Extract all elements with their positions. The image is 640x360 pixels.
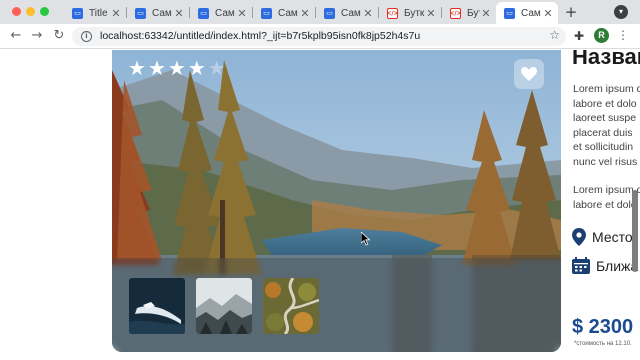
description-line: nunc vel risus xyxy=(573,155,638,168)
browser-tab[interactable]: ▭ Сам ✕ xyxy=(127,2,189,24)
description-line: Lorem ipsum d xyxy=(573,83,640,95)
calendar-icon xyxy=(572,257,590,274)
browser-tab[interactable]: </> Бутк ✕ xyxy=(379,2,441,24)
browser-tab[interactable]: ▭ Сам ✕ xyxy=(190,2,252,24)
close-tab-icon[interactable]: ✕ xyxy=(480,7,492,20)
location-row: Место xyxy=(572,228,633,246)
description-line: labore et dolo xyxy=(573,97,637,110)
tab-title: Сам xyxy=(215,7,235,19)
minimize-window-button[interactable] xyxy=(26,7,35,16)
location-pin-icon xyxy=(572,228,586,246)
extensions-puzzle-icon[interactable]: ✚ xyxy=(574,29,584,43)
tab-search-icon[interactable]: ▾ xyxy=(614,5,628,19)
listing-card: ★ ★ ★ ★ ★ xyxy=(112,50,561,352)
star-icon: ★ xyxy=(187,56,206,80)
close-tab-icon[interactable]: ✕ xyxy=(542,7,554,20)
maximize-window-button[interactable] xyxy=(40,7,49,16)
description-line: labore et dolo xyxy=(573,198,637,211)
address-bar[interactable]: i localhost:63342/untitled/index.html?_i… xyxy=(72,27,566,46)
close-tab-icon[interactable]: ✕ xyxy=(173,7,185,20)
description-line: laoreet suspe xyxy=(573,112,637,124)
tab-title: Сам xyxy=(278,7,298,19)
code-icon: </> xyxy=(386,7,399,19)
forward-arrow-icon[interactable]: → xyxy=(29,28,45,44)
browser-tab[interactable]: ▭ Сам ✕ xyxy=(316,2,378,24)
description-line: et sollicitudin xyxy=(573,141,634,153)
page-icon: ▭ xyxy=(504,7,515,19)
browser-tab[interactable]: ▭ Сам ✕ xyxy=(253,2,315,24)
mouse-cursor-icon xyxy=(361,232,371,246)
description-line: Lorem ipsum d xyxy=(573,184,640,196)
page-scrollbar-thumb[interactable] xyxy=(632,190,638,272)
browser-tab-strip: ▭ Title ✕ ▭ Сам ✕ ▭ Сам ✕ ▭ Сам ✕ ▭ Сам … xyxy=(0,0,640,24)
page-icon: ▭ xyxy=(261,7,272,19)
tab-title: Сам xyxy=(521,7,541,19)
site-info-icon[interactable]: i xyxy=(81,31,92,42)
url-text[interactable]: localhost:63342/untitled/index.html?_ijt… xyxy=(100,30,420,42)
tab-title: Сам xyxy=(152,7,172,19)
star-icon: ★ xyxy=(147,56,166,80)
thumbnail-aerial-road-autumn[interactable] xyxy=(263,278,319,334)
browser-menu-icon[interactable]: ⋮ xyxy=(617,28,629,42)
browser-toolbar: ← → ↻ i localhost:63342/untitled/index.h… xyxy=(0,24,640,49)
tab-title: Бутк xyxy=(404,7,425,19)
star-icon: ★ xyxy=(207,56,226,80)
tab-title: Бутк xyxy=(467,7,480,19)
close-tab-icon[interactable]: ✕ xyxy=(299,7,311,20)
close-window-button[interactable] xyxy=(12,7,21,16)
tab-title: Сам xyxy=(341,7,361,19)
price-note: *стоимость на 12.10. xyxy=(574,341,632,347)
listing-details: Назван Lorem ipsum d labore et dolo laor… xyxy=(572,50,640,360)
thumbnail-boat-on-water[interactable] xyxy=(129,278,185,334)
favorite-button[interactable] xyxy=(514,59,544,89)
bookmark-star-icon[interactable]: ☆ xyxy=(549,28,560,42)
date-row: Ближа xyxy=(572,257,638,274)
new-tab-button[interactable]: + xyxy=(562,3,580,21)
price: $ 2300 xyxy=(572,316,634,338)
star-icon: ★ xyxy=(167,56,186,80)
page-icon: ▭ xyxy=(324,7,335,19)
heart-icon xyxy=(521,67,537,81)
rating-stars: ★ ★ ★ ★ ★ xyxy=(128,58,226,78)
page-icon: ▭ xyxy=(72,7,83,19)
code-icon: </> xyxy=(449,7,462,19)
description-line: placerat duis xyxy=(573,126,633,139)
close-tab-icon[interactable]: ✕ xyxy=(425,7,437,20)
star-icon: ★ xyxy=(128,56,146,80)
reload-icon[interactable]: ↻ xyxy=(51,28,67,44)
browser-tab-active[interactable]: ▭ Сам ✕ xyxy=(496,2,558,24)
thumbnail-misty-forest-mountains[interactable] xyxy=(196,278,252,334)
page-viewport: ★ ★ ★ ★ ★ Назва Lorem ipsum d labore et … xyxy=(0,50,640,360)
page-icon: ▭ xyxy=(135,7,146,19)
profile-avatar[interactable]: R xyxy=(594,28,609,43)
listing-title: Назван xyxy=(572,50,640,69)
close-tab-icon[interactable]: ✕ xyxy=(236,7,248,20)
browser-tab[interactable]: </> Бутк ✕ xyxy=(442,2,496,24)
close-tab-icon[interactable]: ✕ xyxy=(110,7,122,20)
location-label: Место xyxy=(592,229,633,245)
back-arrow-icon[interactable]: ← xyxy=(8,28,24,44)
thumbnail-strip xyxy=(112,258,561,352)
browser-tab[interactable]: ▭ Title ✕ xyxy=(64,2,126,24)
page-icon: ▭ xyxy=(198,7,209,19)
close-tab-icon[interactable]: ✕ xyxy=(362,7,374,20)
tab-title: Title xyxy=(89,7,108,19)
